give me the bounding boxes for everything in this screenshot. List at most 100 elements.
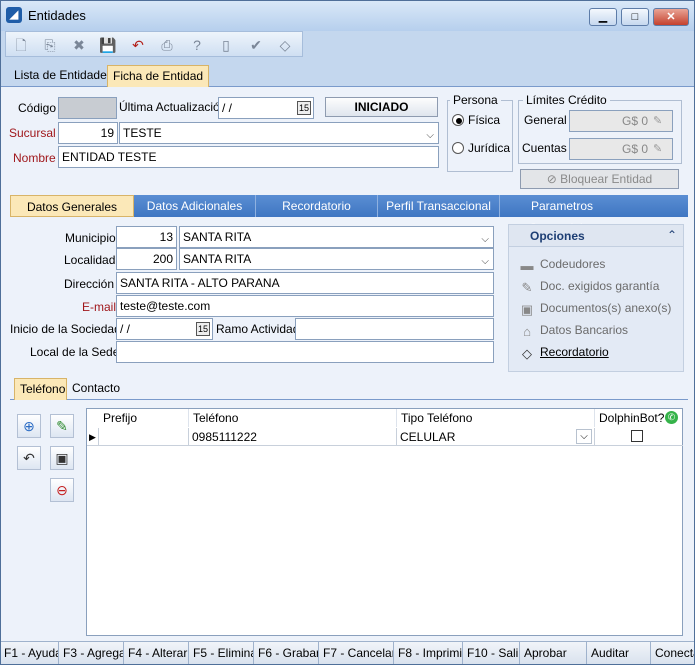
header-tipo-telefono[interactable]: Tipo Teléfono	[397, 409, 595, 427]
opcion-doc-exigidos[interactable]: ✎ Doc. exigidos garantía	[519, 279, 660, 295]
delete-icon[interactable]: ✖	[68, 34, 90, 54]
row-marker: ▶	[87, 428, 99, 446]
header-prefijo[interactable]: Prefijo	[99, 409, 189, 427]
status-button[interactable]: INICIADO	[325, 97, 438, 117]
opciones-header[interactable]: Opciones ⌃	[509, 225, 683, 247]
limites-credito-title: Límites Crédito	[523, 93, 610, 107]
sucursal-code-field[interactable]: 19	[58, 122, 118, 144]
f10-salir[interactable]: F10 - Salir	[464, 642, 520, 664]
help-icon[interactable]: ?	[186, 34, 208, 54]
print-icon[interactable]: ⎙	[156, 34, 178, 54]
toolbar: 🗋 ⎘ ✖ 💾 ↶ ⎙ ? ▯ ✔ ◇	[5, 31, 303, 57]
general-label: General	[524, 113, 567, 127]
copy-icon[interactable]: ⎘	[39, 34, 61, 54]
codigo-label: Código	[18, 101, 57, 115]
door-icon[interactable]: ▯	[215, 34, 237, 54]
direccion-field[interactable]: SANTA RITA - ALTO PARANA	[116, 272, 494, 294]
tab-contacto[interactable]: Contacto	[67, 378, 125, 400]
save-row-icon[interactable]: ▣	[50, 446, 74, 470]
localidad-label: Localidad	[64, 253, 116, 267]
tab-datos-adicionales[interactable]: Datos Adicionales	[134, 195, 256, 217]
minimize-button[interactable]: ▁	[589, 8, 617, 26]
localidad-code-field[interactable]: 200	[116, 248, 177, 270]
chevron-down-icon[interactable]: ⌵	[576, 429, 592, 444]
tab-telefono[interactable]: Teléfono	[14, 378, 67, 400]
main-tabs: Lista de Entidades Ficha de Entidad	[1, 65, 694, 87]
municipio-code-field[interactable]: 13	[116, 226, 177, 248]
opcion-documentos-anexos[interactable]: ▣ Documentos(s) anexo(s)	[519, 301, 672, 317]
tab-lista-entidades[interactable]: Lista de Entidades	[9, 65, 118, 87]
ramo-actividad-label: Ramo Actividad	[216, 322, 300, 336]
undo-row-icon[interactable]: ↶	[17, 446, 41, 470]
opciones-title: Opciones	[530, 229, 585, 243]
telefono-grid: Prefijo Teléfono Tipo Teléfono DolphinBo…	[86, 408, 683, 636]
dolphinbot-checkbox[interactable]	[631, 430, 643, 442]
tab-recordatorio[interactable]: Recordatorio	[256, 195, 378, 217]
ultima-actualizacion-label: Última Actualización	[119, 100, 227, 114]
maximize-button[interactable]: □	[621, 8, 649, 26]
people-icon: ▬	[520, 258, 534, 273]
cell-dolphinbot	[595, 428, 683, 446]
chevron-down-icon: ⌵	[481, 234, 489, 245]
calendar-icon[interactable]: 15	[196, 322, 210, 336]
aprobar[interactable]: Aprobar	[521, 642, 587, 664]
juridica-radio[interactable]	[452, 142, 464, 154]
add-row-icon[interactable]: ⊕	[17, 414, 41, 438]
datos-subtabs: Datos Generales Datos Adicionales Record…	[10, 195, 688, 235]
nombre-field[interactable]: ENTIDAD TESTE	[58, 146, 439, 168]
local-sede-field[interactable]	[116, 341, 494, 363]
opcion-datos-bancarios[interactable]: ⌂ Datos Bancarios	[519, 323, 628, 339]
f1-ayuda[interactable]: F1 - Ayuda	[1, 642, 59, 664]
cell-tipo-telefono[interactable]: CELULAR ⌵	[397, 428, 595, 446]
cell-telefono[interactable]: 0985111222	[189, 428, 397, 446]
localidad-select[interactable]: SANTA RITA ⌵	[179, 248, 494, 270]
eraser-icon[interactable]: ◇	[274, 34, 296, 54]
f3-agregar[interactable]: F3 - Agregar	[60, 642, 124, 664]
bloquear-entidad-button[interactable]: ⊘ Bloquear Entidad	[520, 169, 679, 189]
f6-grabar[interactable]: F6 - Grabar	[255, 642, 319, 664]
email-field[interactable]: teste@teste.com	[116, 295, 494, 317]
tab-datos-generales[interactable]: Datos Generales	[10, 195, 134, 217]
sucursal-label: Sucursal	[9, 126, 56, 140]
sucursal-select[interactable]: TESTE ⌵	[119, 122, 439, 144]
collapse-icon[interactable]: ⌃	[667, 228, 677, 242]
fisica-label[interactable]: Física	[468, 113, 500, 127]
header-telefono[interactable]: Teléfono	[189, 409, 397, 427]
edit-icon[interactable]: ✎	[653, 114, 662, 127]
f5-eliminar[interactable]: F5 - Eliminar	[190, 642, 254, 664]
tab-ficha-entidad[interactable]: Ficha de Entidad	[107, 65, 210, 87]
edit-row-icon[interactable]: ✎	[50, 414, 74, 438]
email-label: E-mail	[82, 300, 117, 314]
f8-imprimir[interactable]: F8 - Imprimir	[395, 642, 463, 664]
header-dolphinbot[interactable]: DolphinBot? ✆	[595, 409, 683, 427]
fisica-radio[interactable]	[452, 114, 464, 126]
window-title: Entidades	[28, 8, 86, 23]
delete-row-icon[interactable]: ⊖	[50, 478, 74, 502]
edit-icon[interactable]: ✎	[653, 142, 662, 155]
tab-parametros-comerciales[interactable]: Parametros Comerciales	[500, 195, 624, 235]
inicio-sociedad-field[interactable]: / / 15	[116, 318, 213, 340]
new-icon[interactable]: 🗋	[10, 34, 32, 54]
opcion-recordatorio[interactable]: ◇ Recordatorio	[519, 345, 609, 361]
municipio-select[interactable]: SANTA RITA ⌵	[179, 226, 494, 248]
save-icon[interactable]: 💾	[97, 34, 119, 54]
contact-tabs: Teléfono Contacto	[10, 378, 688, 400]
juridica-label[interactable]: Jurídica	[468, 141, 510, 155]
undo-icon[interactable]: ↶	[127, 34, 149, 54]
ultima-actualizacion-field[interactable]: / / 15	[218, 97, 314, 119]
cell-prefijo[interactable]	[99, 428, 189, 446]
inicio-sociedad-label: Inicio de la Sociedad	[10, 322, 121, 336]
nombre-label: Nombre	[13, 151, 56, 165]
ramo-actividad-field[interactable]	[295, 318, 494, 340]
check-icon[interactable]: ✔	[245, 34, 267, 54]
f4-alterar[interactable]: F4 - Alterar	[125, 642, 189, 664]
bank-icon: ⌂	[523, 324, 531, 339]
persona-group	[447, 100, 513, 172]
direccion-label: Dirección	[64, 277, 115, 291]
f7-cancelar[interactable]: F7 - Cancelar	[320, 642, 394, 664]
auditar[interactable]: Auditar	[588, 642, 651, 664]
calendar-icon[interactable]: 15	[297, 101, 311, 115]
tab-perfil-transaccional[interactable]: Perfil Transaccional	[378, 195, 500, 217]
opcion-codeudores[interactable]: ▬ Codeudores	[519, 257, 606, 273]
close-button[interactable]: ✕	[653, 8, 689, 26]
